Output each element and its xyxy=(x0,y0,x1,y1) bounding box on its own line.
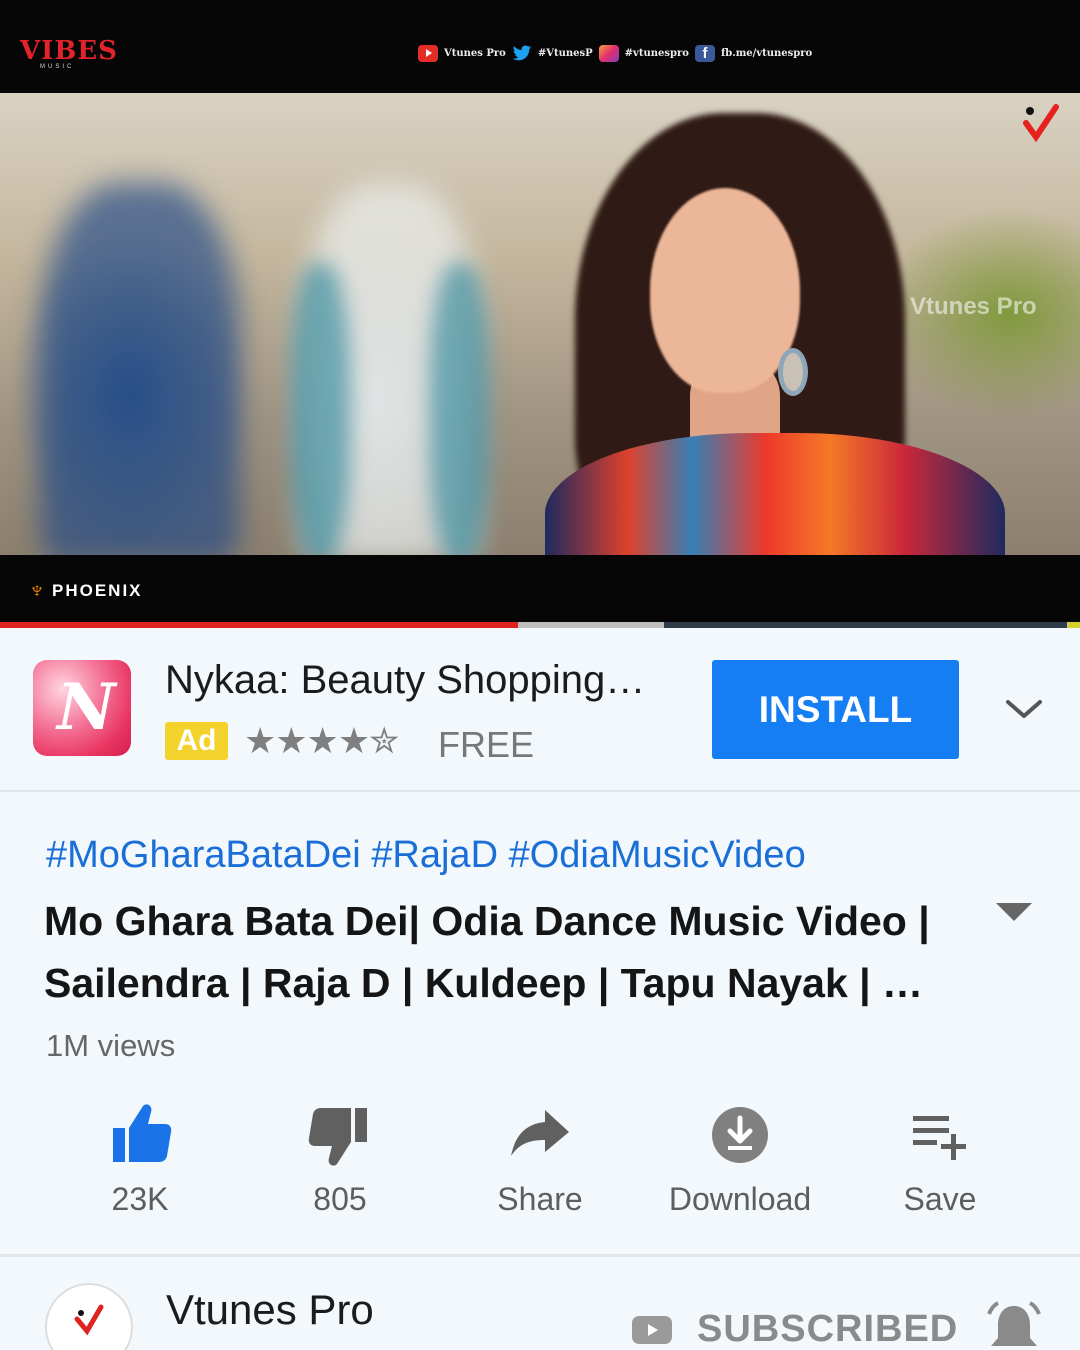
video-top-banner: VIBES MUSIC Vtunes Pro #VtunesP #vtunesp… xyxy=(0,0,1080,93)
like-button[interactable]: 23K xyxy=(40,1095,240,1225)
dislike-button[interactable]: 805 xyxy=(240,1095,440,1225)
social-facebook-text: fb.me/vtunespro xyxy=(720,48,813,59)
youtube-icon xyxy=(418,45,438,62)
ad-rating-stars: ★★★★✮ xyxy=(244,720,399,761)
download-icon xyxy=(712,1107,768,1163)
video-player[interactable]: VIBES MUSIC Vtunes Pro #VtunesP #vtunesp… xyxy=(0,0,1080,628)
like-count: 23K xyxy=(111,1181,169,1217)
youtube-subscribed-icon xyxy=(632,1316,672,1344)
youtube-watch-page: VIBES MUSIC Vtunes Pro #VtunesP #vtunesp… xyxy=(0,0,1080,1350)
blurred-jacket-left xyxy=(290,263,350,555)
channel-name[interactable]: Vtunes Pro xyxy=(166,1286,374,1334)
ad-row[interactable]: N Nykaa: Beauty Shopping… Ad ★★★★✮ FREE … xyxy=(0,628,1080,792)
woman-face xyxy=(650,188,800,393)
nykaa-app-icon[interactable]: N xyxy=(33,660,131,756)
social-handles: Vtunes Pro #VtunesP #vtunespro f fb.me/v… xyxy=(418,45,812,62)
section-divider xyxy=(0,1254,1080,1257)
share-icon xyxy=(511,1110,569,1156)
blurred-figure-left xyxy=(40,183,240,555)
ad-price: FREE xyxy=(438,724,535,765)
twitter-icon xyxy=(512,45,532,61)
phoenix-logo: ♆ PHOENIX xyxy=(28,577,143,605)
social-twitter-text: #VtunesP xyxy=(537,48,593,59)
video-watermark: Vtunes Pro xyxy=(910,293,1037,320)
ad-badge: Ad xyxy=(165,722,228,760)
channel-avatar[interactable] xyxy=(45,1283,133,1350)
chevron-down-icon[interactable] xyxy=(1004,694,1044,724)
vtunes-checkmark-icon xyxy=(1023,104,1059,143)
social-instagram-text: #vtunespro xyxy=(624,48,689,59)
video-title[interactable]: Mo Ghara Bata Dei| Odia Dance Music Vide… xyxy=(44,890,974,1014)
vibes-logo-sub: MUSIC xyxy=(40,64,75,70)
subscribed-button[interactable]: SUBSCRIBED xyxy=(697,1308,958,1350)
ad-app-name[interactable]: Nykaa: Beauty Shopping… xyxy=(165,658,645,703)
share-label: Share xyxy=(497,1181,583,1217)
phoenix-bird-icon: ♆ xyxy=(28,577,48,604)
phoenix-logo-text: PHOENIX xyxy=(52,581,143,600)
earring xyxy=(778,348,808,396)
save-button[interactable]: Save xyxy=(840,1095,1040,1225)
download-button[interactable]: Download xyxy=(640,1095,840,1225)
social-youtube-text: Vtunes Pro xyxy=(444,48,506,59)
instagram-icon xyxy=(598,45,619,62)
thumbs-down-icon xyxy=(308,1108,367,1166)
facebook-icon: f xyxy=(694,45,715,62)
vibes-logo: VIBES xyxy=(20,36,118,66)
thumbs-up-icon xyxy=(113,1104,172,1162)
video-bottom-banner: ♆ PHOENIX xyxy=(0,555,1080,623)
expand-description-icon[interactable] xyxy=(996,903,1032,921)
action-bar: 23K 805 Share Download Save xyxy=(40,1095,1040,1225)
notification-bell-icon[interactable] xyxy=(985,1300,1043,1350)
install-button[interactable]: INSTALL xyxy=(712,660,959,759)
video-hashtags[interactable]: #MoGharaBataDei #RajaD #OdiaMusicVideo xyxy=(46,834,806,877)
add-to-playlist-icon xyxy=(913,1116,966,1160)
blurred-jacket-right xyxy=(430,263,490,555)
share-button[interactable]: Share xyxy=(440,1095,640,1225)
save-label: Save xyxy=(903,1181,977,1217)
dislike-count: 805 xyxy=(313,1181,367,1217)
vtunes-logo-icon xyxy=(74,1304,104,1336)
video-frame[interactable]: Vtunes Pro xyxy=(0,93,1080,555)
view-count: 1M views xyxy=(46,1028,176,1063)
download-label: Download xyxy=(668,1181,812,1217)
